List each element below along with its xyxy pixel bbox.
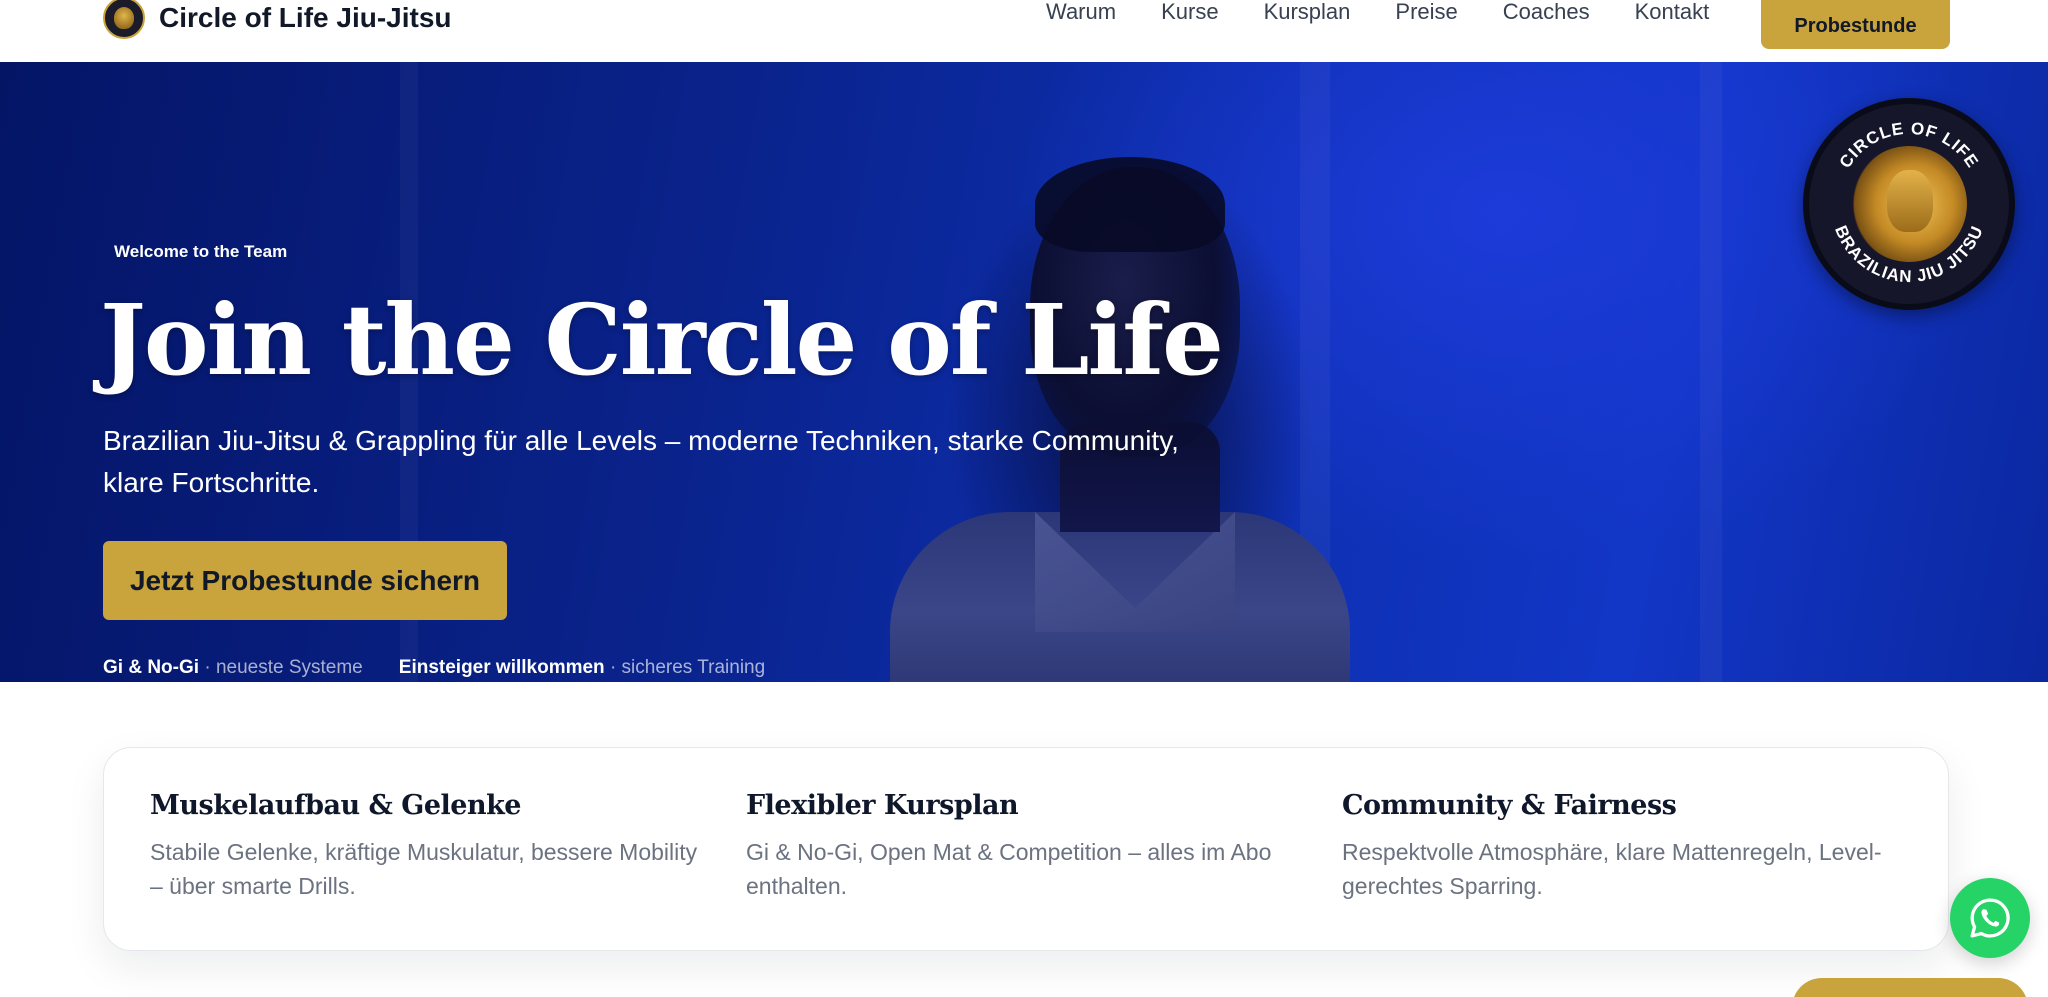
hero-feature-rest: · neueste Systeme bbox=[199, 657, 363, 678]
feature-muskelaufbau: Muskelaufbau & Gelenke Stabile Gelenke, … bbox=[150, 790, 710, 903]
site-header: Circle of Life Jiu-Jitsu Warum Kurse Kur… bbox=[0, 0, 2048, 62]
feature-title: Muskelaufbau & Gelenke bbox=[150, 790, 521, 821]
circle-of-life-badge-logo: CIRCLE OF LIFE BRAZILIAN JIU JITSU bbox=[1803, 98, 2015, 310]
feature-title: Community & Fairness bbox=[1342, 790, 1677, 821]
hero-subtitle: Brazilian Jiu-Jitsu & Grappling für alle… bbox=[103, 425, 1179, 498]
hero-eyebrow: Welcome to the Team bbox=[114, 242, 288, 261]
hero-person-hair bbox=[1035, 157, 1225, 252]
feature-title: Flexibler Kursplan bbox=[746, 790, 1019, 821]
lion-logo-icon bbox=[103, 0, 145, 39]
feature-text: Respektvolle Atmosphäre, klare Mattenreg… bbox=[1342, 839, 1882, 899]
whatsapp-button[interactable] bbox=[1950, 878, 2030, 958]
nav-link-warum[interactable]: Warum bbox=[1046, 0, 1116, 30]
header-probestunde-button[interactable]: Probestunde bbox=[1761, 0, 1950, 49]
main-nav: Warum Kurse Kursplan Preise Coaches Kont… bbox=[1046, 0, 1709, 30]
brand-name: Circle of Life Jiu-Jitsu bbox=[159, 2, 452, 33]
hero-background-stripe bbox=[1700, 62, 1722, 682]
nav-link-kursplan[interactable]: Kursplan bbox=[1264, 0, 1351, 30]
hero-feature-strong: Gi & No-Gi bbox=[103, 657, 200, 678]
feature-text: Stabile Gelenke, kräftige Muskulatur, be… bbox=[150, 839, 698, 899]
hero-feature-item: Einsteiger willkommen · sicheres Trainin… bbox=[399, 657, 765, 679]
nav-link-kurse[interactable]: Kurse bbox=[1161, 0, 1218, 30]
feature-kursplan: Flexibler Kursplan Gi & No-Gi, Open Mat … bbox=[746, 790, 1306, 903]
hero-probestunde-button[interactable]: Jetzt Probestunde sichern bbox=[103, 541, 507, 620]
nav-link-preise[interactable]: Preise bbox=[1395, 0, 1457, 30]
brand-link[interactable]: Circle of Life Jiu-Jitsu bbox=[103, 0, 452, 40]
hero-feature-item: Gi & No-Gi · neueste Systeme bbox=[103, 657, 363, 679]
hero-feature-strong: Einsteiger willkommen bbox=[398, 657, 605, 678]
floating-cta-pill[interactable] bbox=[1792, 978, 2028, 997]
features-card: Muskelaufbau & Gelenke Stabile Gelenke, … bbox=[103, 747, 1949, 951]
hero-feature-rest: · sicheres Training bbox=[604, 657, 766, 678]
hero-title: Join the Circle of Life bbox=[100, 283, 1224, 397]
nav-link-kontakt[interactable]: Kontakt bbox=[1635, 0, 1710, 30]
hero-section: CIRCLE OF LIFE BRAZILIAN JIU JITSU Welco… bbox=[0, 62, 2048, 682]
hero-feature-list: Gi & No-Gi · neueste Systeme Einsteiger … bbox=[103, 657, 765, 679]
nav-link-coaches[interactable]: Coaches bbox=[1503, 0, 1590, 30]
whatsapp-icon bbox=[1970, 898, 2010, 938]
lion-face-icon bbox=[1887, 170, 1933, 232]
feature-community: Community & Fairness Respektvolle Atmosp… bbox=[1342, 790, 1902, 903]
feature-text: Gi & No-Gi, Open Mat & Competition – all… bbox=[746, 839, 1272, 899]
